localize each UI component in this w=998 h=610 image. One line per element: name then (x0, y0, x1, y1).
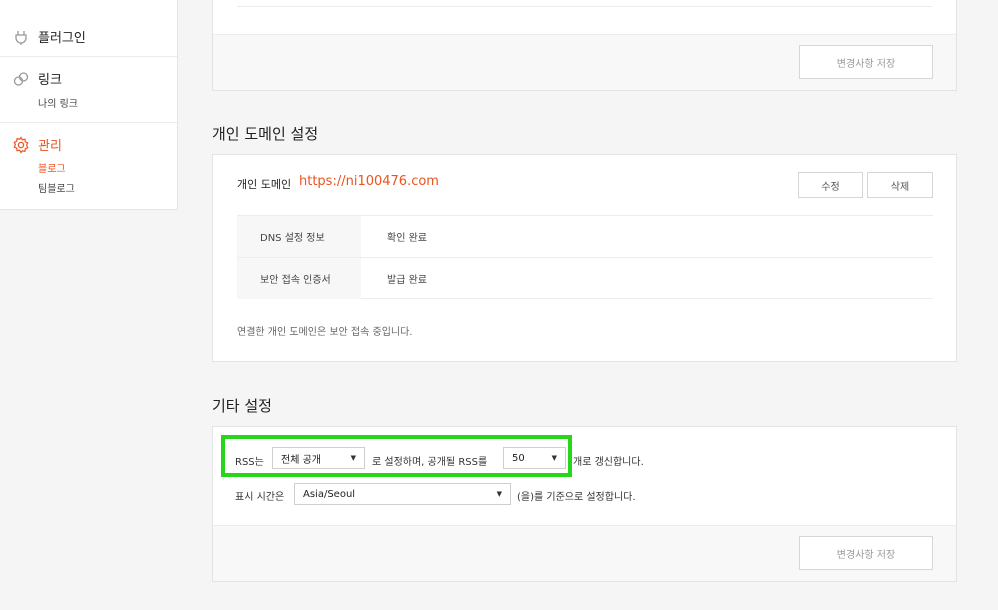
sidebar-subitem-my-links[interactable]: 나의 링크 (38, 95, 78, 110)
sidebar-item-plugin[interactable]: 플러그인 (12, 27, 86, 46)
save-changes-button[interactable]: 변경사항 저장 (799, 45, 933, 79)
info-key: 보안 접속 인증서 (237, 258, 361, 299)
sidebar: 플러그인 링크 나의 링크 관리 블로그 팀블로그 (0, 0, 178, 210)
gear-icon (12, 135, 30, 154)
rss-visibility-select[interactable]: 전체 공개 ▼ (272, 447, 365, 469)
previous-settings-card: 변경사항 저장 (212, 0, 957, 91)
rss-count-select[interactable]: 50 ▼ (503, 447, 566, 469)
table-row: 보안 접속 인증서 발급 완료 (237, 257, 933, 299)
domain-info-table: DNS 설정 정보 확인 완료 보안 접속 인증서 발급 완료 (237, 215, 933, 299)
sidebar-section-link: 링크 나의 링크 (0, 56, 177, 122)
select-value: Asia/Seoul (303, 488, 356, 500)
sidebar-subitem-blog[interactable]: 블로그 (38, 160, 66, 175)
info-value: 확인 완료 (387, 233, 427, 244)
caret-down-icon: ▼ (551, 454, 557, 462)
sidebar-section-plugin: 플러그인 (0, 0, 177, 56)
info-value: 발급 완료 (387, 275, 427, 286)
timezone-prefix-text: 표시 시간은 (235, 492, 285, 503)
edit-domain-button[interactable]: 수정 (798, 172, 863, 198)
plug-icon (12, 28, 30, 46)
save-changes-button[interactable]: 변경사항 저장 (799, 536, 933, 570)
delete-domain-button[interactable]: 삭제 (867, 172, 933, 198)
timezone-select[interactable]: Asia/Seoul ▼ (294, 483, 511, 505)
select-value: 전체 공개 (281, 454, 321, 466)
rss-prefix-text: RSS는 (235, 457, 264, 468)
caret-down-icon: ▼ (496, 490, 502, 498)
section-title-other-settings: 기타 설정 (212, 397, 272, 415)
other-settings-card: RSS는 전체 공개 ▼ 로 설정하며, 공개될 RSS를 50 ▼ 개로 갱신… (212, 426, 957, 582)
timezone-suffix-text: (을)를 기준으로 설정합니다. (517, 492, 636, 503)
custom-domain-card: 개인 도메인 https://ni100476.com 수정 삭제 DNS 설정… (212, 154, 957, 362)
divider (237, 0, 932, 7)
domain-note: 연결한 개인 도메인은 보안 접속 중입니다. (237, 327, 413, 338)
rss-suffix-text: 개로 갱신합니다. (573, 457, 644, 468)
table-row: DNS 설정 정보 확인 완료 (237, 215, 933, 257)
caret-down-icon: ▼ (350, 454, 356, 462)
select-value: 50 (512, 452, 525, 464)
domain-url-link[interactable]: https://ni100476.com (299, 174, 439, 189)
sidebar-subitem-team-blog[interactable]: 팀블로그 (38, 180, 75, 195)
section-title-custom-domain: 개인 도메인 설정 (212, 125, 319, 143)
sidebar-section-manage: 관리 블로그 팀블로그 (0, 122, 177, 208)
sidebar-item-link[interactable]: 링크 (12, 69, 62, 88)
info-key: DNS 설정 정보 (237, 216, 361, 257)
sidebar-item-manage[interactable]: 관리 (12, 135, 62, 154)
card-footer: 변경사항 저장 (213, 525, 956, 581)
domain-label: 개인 도메인 (237, 178, 292, 191)
sidebar-item-label: 관리 (38, 139, 62, 154)
card-footer: 변경사항 저장 (213, 34, 956, 90)
sidebar-item-label: 플러그인 (38, 31, 86, 46)
sidebar-item-label: 링크 (38, 73, 62, 88)
rss-middle-text: 로 설정하며, 공개될 RSS를 (372, 457, 488, 468)
link-icon (12, 70, 30, 88)
